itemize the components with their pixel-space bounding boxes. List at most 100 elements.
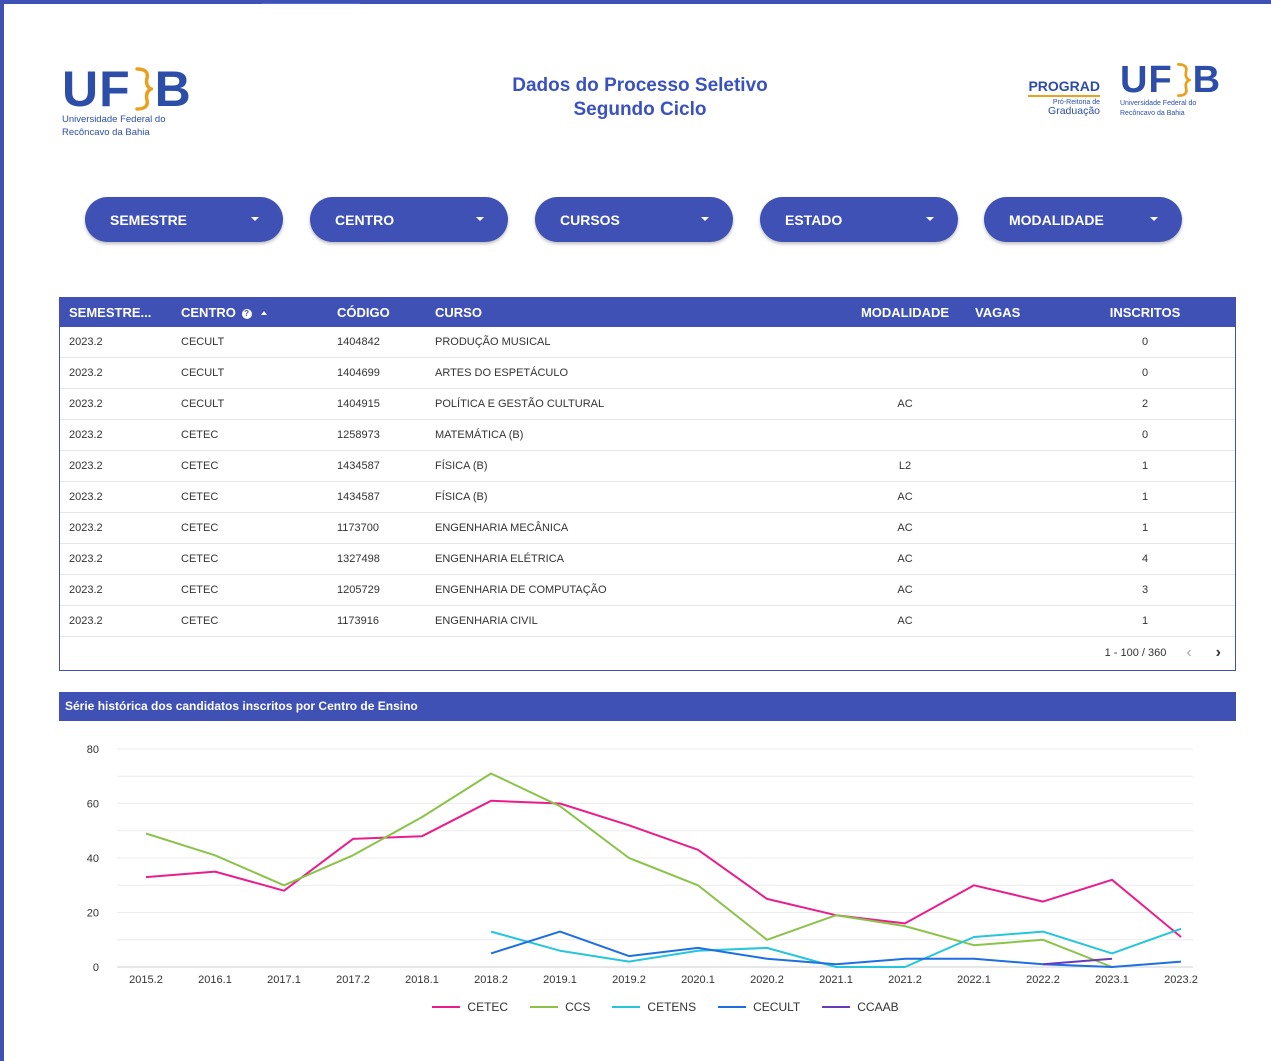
line-chart: 0 20 40 60 80 2015.2 2016.1 2017.1 2017.2 2018.1 2… <box>87 744 1198 986</box>
column-header-centro-label: CENTRO <box>181 305 236 320</box>
pagination-range: 1 - 100 / 360 <box>1104 647 1167 659</box>
logo-text-uf: UF <box>62 61 131 117</box>
cell-vagas <box>975 481 1085 513</box>
cell-codigo: 1404915 <box>337 388 435 420</box>
cell-vagas <box>975 574 1085 606</box>
legend-item-ccs[interactable]: CCS <box>530 1000 590 1014</box>
x-tick-label: 2016.1 <box>198 974 232 986</box>
filter-label: ESTADO <box>785 211 843 228</box>
cell-modalidade <box>835 327 975 358</box>
cell-curso: POLÍTICA E GESTÃO CULTURAL <box>435 388 835 420</box>
cell-inscritos: 3 <box>1085 574 1235 606</box>
table-row[interactable]: 2023.2 CETEC 1327498 ENGENHARIA ELÉTRICA AC 4 <box>60 543 1235 575</box>
cell-curso: ENGENHARIA ELÉTRICA <box>435 543 835 575</box>
page-title-line2: Segundo Ciclo <box>573 99 707 120</box>
page-frame-top <box>0 0 1271 4</box>
cell-semestre: 2023.2 <box>60 357 181 389</box>
cell-modalidade: L2 <box>835 450 975 482</box>
cell-modalidade: AC <box>835 512 975 544</box>
cropped-link[interactable] <box>262 0 360 4</box>
cell-codigo: 1327498 <box>337 543 435 575</box>
filter-label: SEMESTRE <box>110 211 188 228</box>
pagination: 1 - 100 / 360 ‹ › <box>1105 644 1221 662</box>
legend-swatch <box>432 1006 461 1008</box>
cell-vagas <box>975 543 1085 575</box>
cell-codigo: 1434587 <box>337 450 435 482</box>
legend-label: CETEC <box>467 1000 509 1014</box>
filter-label: CENTRO <box>335 211 395 228</box>
cell-curso: ENGENHARIA DE COMPUTAÇÃO <box>435 574 835 606</box>
legend-item-ccaab[interactable]: CCAAB <box>822 1000 899 1014</box>
table-row[interactable]: 2023.2 CECULT 1404699 ARTES DO ESPETÁCULO 0 <box>60 357 1235 389</box>
logo-text-b: B <box>1192 59 1222 101</box>
legend-item-cetec[interactable]: CETEC <box>432 1000 508 1014</box>
x-tick-label: 2017.1 <box>267 974 301 986</box>
x-tick-label: 2019.1 <box>543 974 577 986</box>
chart-legend: CETEC CCS CETENS CECULT CCAAB <box>0 1000 1271 1014</box>
cell-inscritos: 1 <box>1085 512 1235 544</box>
cell-semestre: 2023.2 <box>60 512 181 544</box>
column-header-codigo[interactable]: CÓDIGO <box>337 298 435 327</box>
table-row[interactable]: 2023.2 CETEC 1258973 MATEMÁTICA (B) 0 <box>60 419 1235 451</box>
cell-curso: FÍSICA (B) <box>435 450 835 482</box>
column-header-centro[interactable]: CENTRO ? <box>181 298 337 327</box>
logo-text-b: B <box>154 61 192 117</box>
cell-semestre: 2023.2 <box>60 574 181 606</box>
x-tick-label: 2021.2 <box>888 974 922 986</box>
filter-semestre-dropdown[interactable]: SEMESTRE <box>85 197 283 242</box>
column-header-vagas[interactable]: VAGAS <box>975 298 1085 327</box>
logo-bracket-icon <box>133 66 155 112</box>
table-row[interactable]: 2023.2 CETEC 1205729 ENGENHARIA DE COMPUTAÇ… <box>60 574 1235 606</box>
legend-label: CCAAB <box>857 1000 899 1014</box>
filter-cursos-dropdown[interactable]: CURSOS <box>535 197 733 242</box>
y-tick-label: 60 <box>87 799 99 811</box>
logo-subtitle-1: Universidade Federal do <box>1120 100 1197 107</box>
y-tick-label: 40 <box>87 853 99 865</box>
table-header-row: SEMESTRE... CENTRO ? CÓDIGO CURSO MODALI… <box>60 298 1235 327</box>
filter-modalidade-dropdown[interactable]: MODALIDADE <box>984 197 1182 242</box>
cell-modalidade <box>835 357 975 389</box>
cell-centro: CETEC <box>181 543 337 575</box>
series-line-cetec <box>145 799 1182 938</box>
legend-item-cecult[interactable]: CECULT <box>718 1000 800 1014</box>
column-header-modalidade[interactable]: MODALIDADE <box>835 298 975 327</box>
y-tick-label: 0 <box>93 962 99 974</box>
series-line-ccs <box>145 772 1113 968</box>
logo-bracket-icon <box>1175 62 1192 98</box>
cell-vagas <box>975 450 1085 482</box>
cell-semestre: 2023.2 <box>60 481 181 513</box>
cell-centro: CETEC <box>181 419 337 451</box>
cell-modalidade: AC <box>835 605 975 637</box>
cell-curso: ENGENHARIA MECÂNICA <box>435 512 835 544</box>
filter-label: CURSOS <box>560 211 620 228</box>
x-tick-label: 2020.1 <box>681 974 715 986</box>
filter-centro-dropdown[interactable]: CENTRO <box>310 197 508 242</box>
legend-item-cetens[interactable]: CETENS <box>612 1000 696 1014</box>
table-row[interactable]: 2023.2 CECULT 1404842 PRODUÇÃO MUSICAL 0 <box>60 327 1235 358</box>
table-row[interactable]: 2023.2 CETEC 1434587 FÍSICA (B) AC 1 <box>60 481 1235 513</box>
cell-inscritos: 2 <box>1085 388 1235 420</box>
cell-inscritos: 1 <box>1085 605 1235 637</box>
help-icon[interactable]: ? <box>241 309 252 319</box>
table-row[interactable]: 2023.2 CETEC 1173700 ENGENHARIA MECÂNICA AC 1 <box>60 512 1235 544</box>
cell-centro: CETEC <box>181 605 337 637</box>
cell-curso: FÍSICA (B) <box>435 481 835 513</box>
ufrb-logo-left: UF B Universidade Federal do Recôncavo d… <box>62 61 222 146</box>
column-header-curso[interactable]: CURSO <box>435 298 835 327</box>
next-page-icon[interactable]: › <box>1216 644 1221 662</box>
cell-modalidade: AC <box>835 543 975 575</box>
cell-codigo: 1434587 <box>337 481 435 513</box>
cell-inscritos: 0 <box>1085 357 1235 389</box>
table-row[interactable]: 2023.2 CETEC 1173916 ENGENHARIA CIVIL AC 1 <box>60 605 1235 637</box>
table-row[interactable]: 2023.2 CECULT 1404915 POLÍTICA E GESTÃO CUL… <box>60 388 1235 420</box>
y-tick-label: 20 <box>87 908 99 920</box>
prograd-title: PROGRAD <box>1028 78 1100 97</box>
table-row[interactable]: 2023.2 CETEC 1434587 FÍSICA (B) L2 1 <box>60 450 1235 482</box>
cell-vagas <box>975 605 1085 637</box>
prev-page-icon[interactable]: ‹ <box>1186 644 1191 662</box>
column-header-semestre[interactable]: SEMESTRE... <box>60 298 181 327</box>
column-header-inscritos[interactable]: INSCRITOS <box>1085 298 1235 327</box>
cell-semestre: 2023.2 <box>60 327 181 358</box>
filter-label: MODALIDADE <box>1009 211 1104 228</box>
filter-estado-dropdown[interactable]: ESTADO <box>760 197 958 242</box>
